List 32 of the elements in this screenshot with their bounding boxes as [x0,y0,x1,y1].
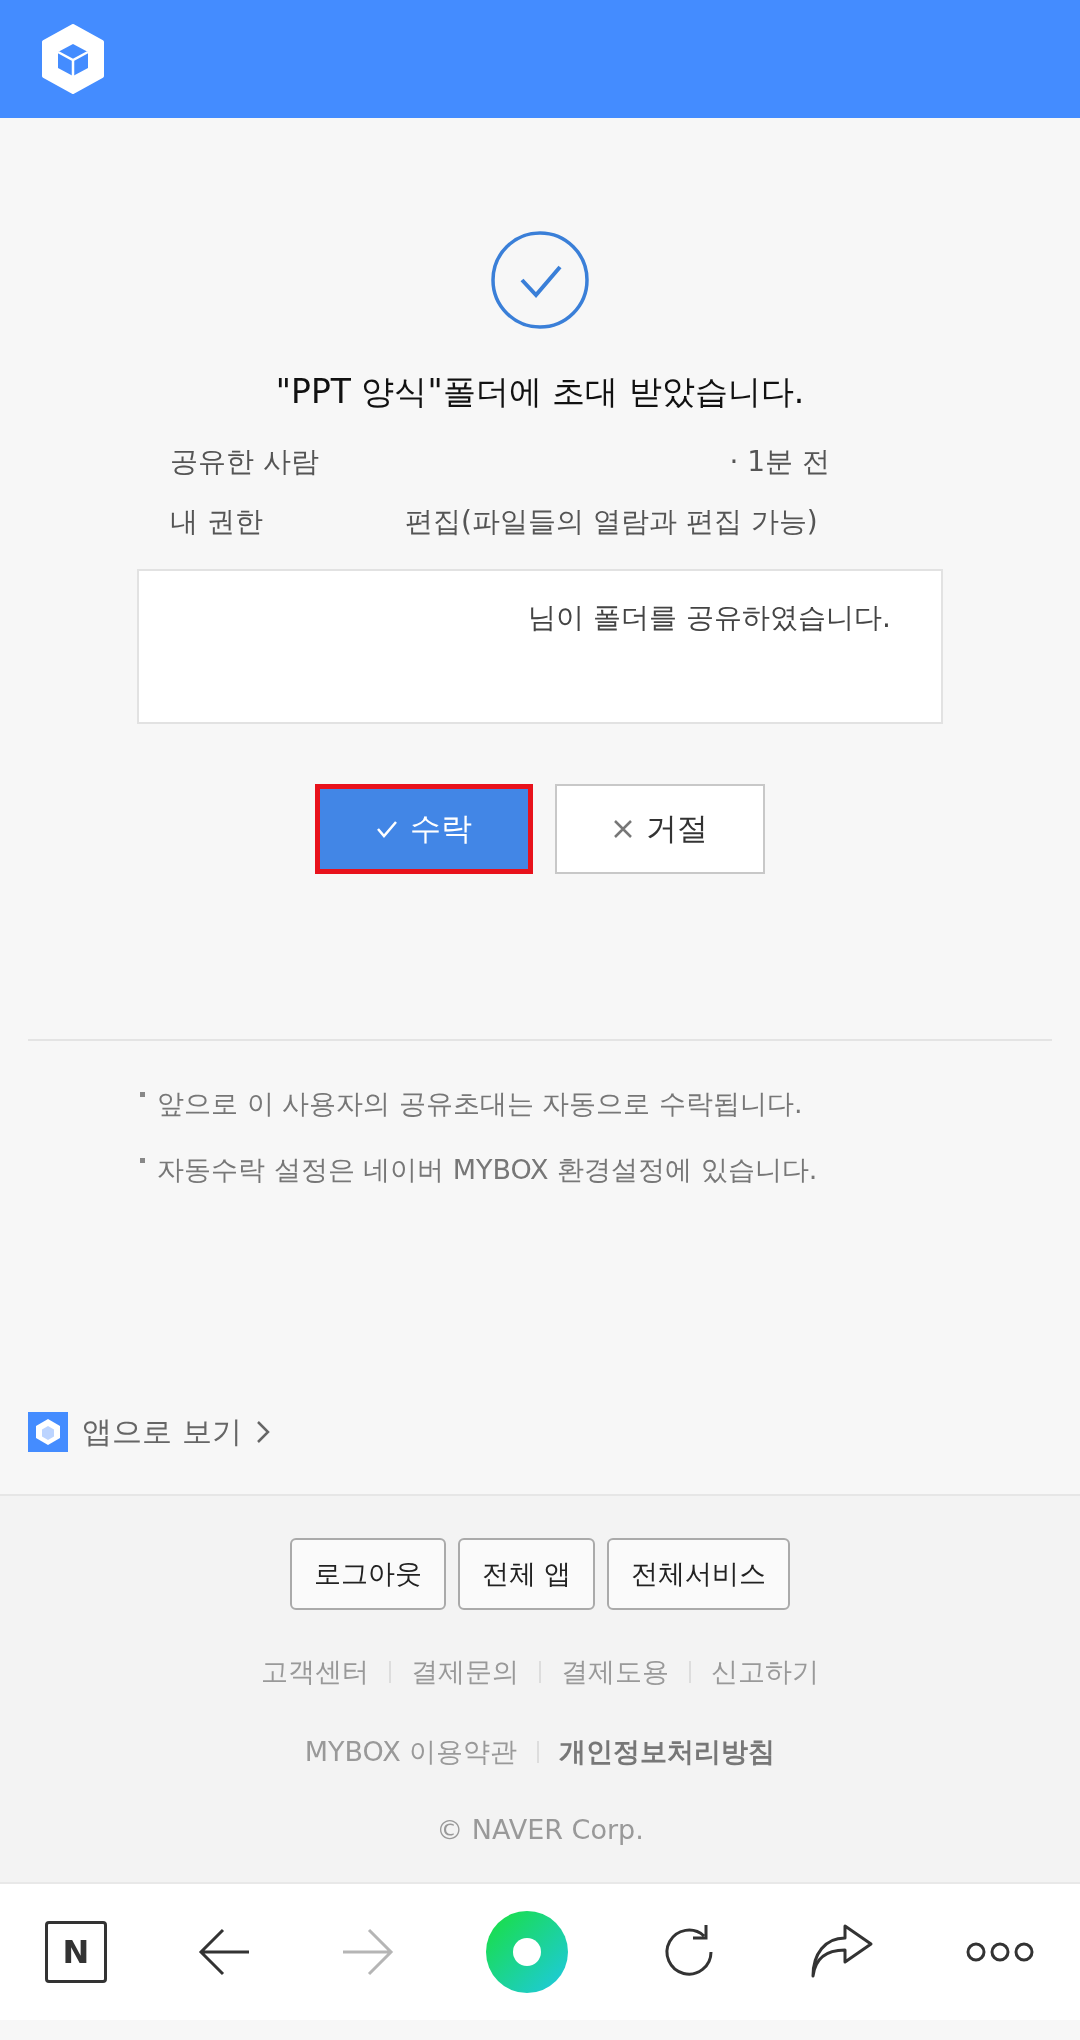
info-value: 편집(파일들의 열람과 편집 가능) [405,504,819,540]
accept-button[interactable]: 수락 [315,784,533,874]
chevron-right-icon [255,1420,270,1444]
reject-button[interactable]: 거절 [555,784,765,874]
bullet-icon [140,1158,145,1163]
footer-button[interactable]: 전체서비스 [607,1538,791,1610]
footer-link[interactable]: 개인정보처리방침 [559,1734,776,1770]
info-label: 공유한 사람 [170,444,320,480]
footer-link[interactable]: MYBOX 이용약관 [304,1734,518,1770]
bullet-icon [140,1092,145,1097]
note-text: 자동수락 설정은 네이버 MYBOX 환경설정에 있습니다. [157,1153,818,1187]
footer-link[interactable]: 신고하기 [711,1654,819,1690]
check-circle-icon [490,230,590,330]
info-label: 내 권한 [170,504,264,540]
info-value: · 1분 전 [728,444,831,480]
footer-link[interactable]: 고객센터 [261,1654,369,1690]
app-logo-icon [28,1412,68,1452]
close-icon [612,818,634,840]
message-text: 님이 폴더를 공유하였습니다. [528,600,891,635]
footer-button[interactable]: 전체 앱 [457,1538,596,1610]
footer-button[interactable]: 로그아웃 [289,1538,446,1610]
note-text: 앞으로 이 사용자의 공유초대는 자동으로 수락됩니다. [157,1087,803,1121]
back-button[interactable] [197,1928,251,1976]
open-in-app-link[interactable]: 앱으로 보기 [28,1410,1080,1454]
more-button[interactable] [965,1941,1035,1963]
footer-link[interactable]: 결제문의 [411,1654,519,1690]
copyright-text: © NAVER Corp. [436,1814,644,1845]
footer-link[interactable]: 결제도용 [561,1654,669,1690]
cube-logo-icon[interactable] [40,24,106,94]
naver-home-button[interactable]: N [45,1921,107,1983]
invite-title: "PPT 양식"폴더에 초대 받았습니다. [275,371,805,413]
share-button[interactable] [809,1924,875,1980]
